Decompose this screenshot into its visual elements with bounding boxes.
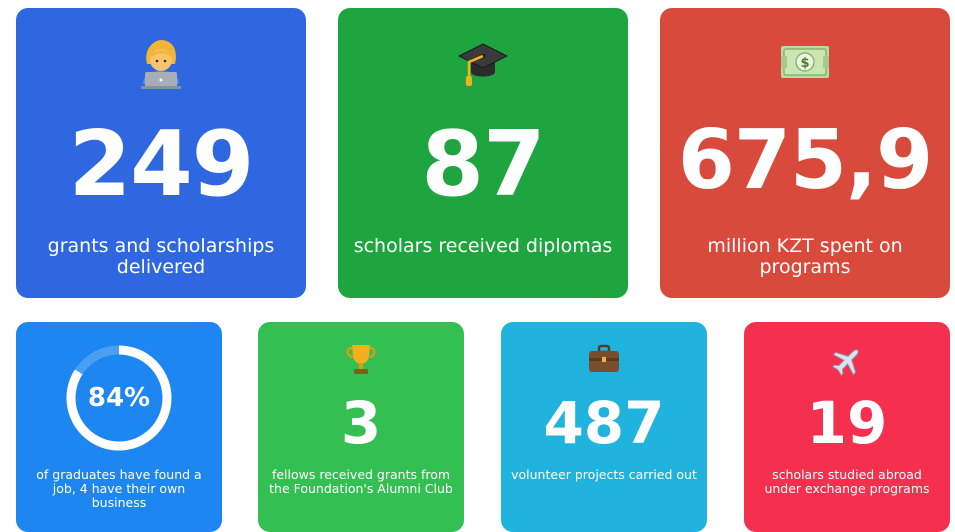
trophy-icon bbox=[258, 342, 464, 376]
stat-label: volunteer projects carried out bbox=[511, 467, 697, 482]
stat-value: 3 bbox=[340, 389, 382, 457]
stat-label: million KZT spent on programs bbox=[707, 235, 903, 278]
stat-value: 19 bbox=[806, 389, 888, 457]
stat-card-volunteer: 487 volunteer projects carried out bbox=[501, 322, 707, 532]
stat-label: fellows received grants from the Foundat… bbox=[269, 467, 453, 496]
airplane-icon bbox=[744, 344, 950, 378]
stat-card-spending: $ 675,9 million KZT spent on programs bbox=[660, 8, 950, 298]
progress-value: 84% bbox=[87, 383, 151, 413]
stat-label: of graduates have found a job, 4 have th… bbox=[36, 467, 202, 510]
stat-value: 87 bbox=[421, 112, 545, 217]
briefcase-icon bbox=[501, 344, 707, 374]
stat-card-grants: 249 grants and scholarships delivered bbox=[16, 8, 306, 298]
svg-text:$: $ bbox=[800, 56, 809, 71]
stat-label: grants and scholarships delivered bbox=[47, 235, 275, 278]
stat-label: scholars studied abroad under exchange p… bbox=[764, 467, 930, 496]
stat-card-employment: 84% of graduates have found a job, 4 hav… bbox=[16, 322, 222, 532]
money-banknote-icon: $ bbox=[660, 42, 950, 82]
stat-card-alumni-grants: 3 fellows received grants from the Found… bbox=[258, 322, 464, 532]
stat-card-exchange: 19 scholars studied abroad under exchang… bbox=[744, 322, 950, 532]
stat-label: scholars received diplomas bbox=[353, 235, 613, 257]
graduation-cap-icon bbox=[338, 36, 628, 88]
stat-value: 249 bbox=[68, 112, 255, 217]
stat-value: 675,9 bbox=[677, 113, 933, 208]
stat-card-diplomas: 87 scholars received diplomas bbox=[338, 8, 628, 298]
technologist-icon bbox=[16, 38, 306, 90]
stat-value: 487 bbox=[543, 389, 665, 457]
progress-ring: 84% bbox=[63, 342, 175, 454]
